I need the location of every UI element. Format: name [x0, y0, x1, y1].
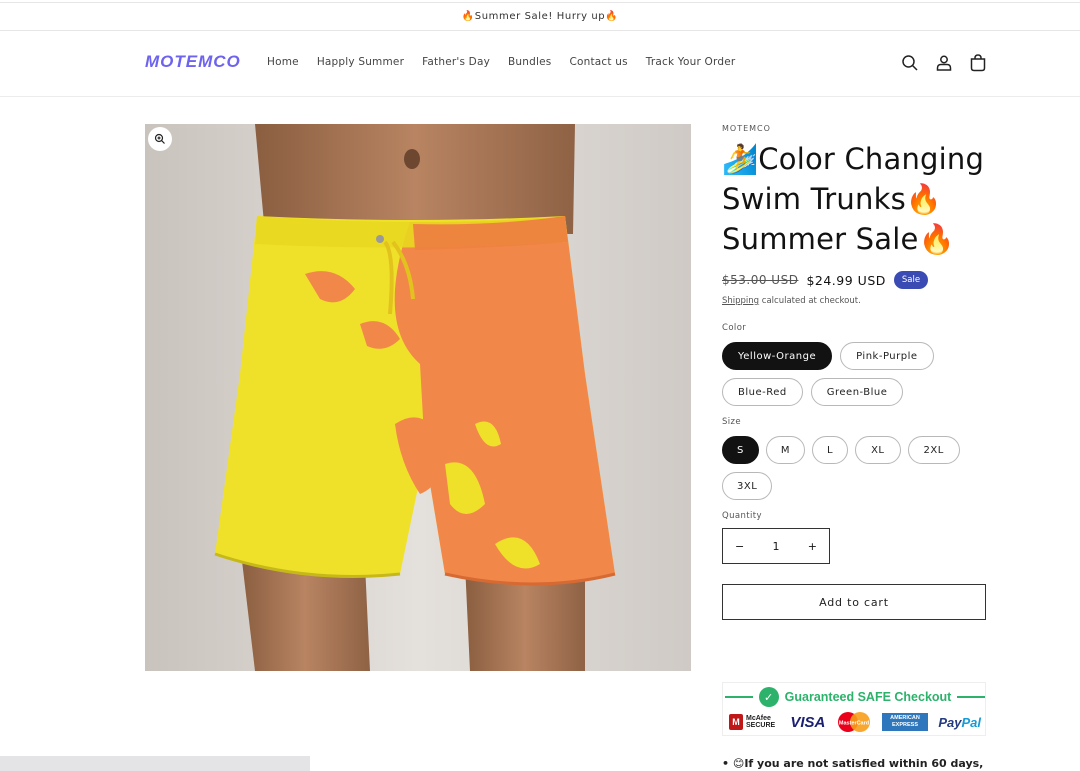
shipping-link[interactable]: Shipping: [722, 296, 759, 306]
paypal-logo: PayPal: [938, 715, 981, 730]
cart-icon[interactable]: [968, 53, 988, 73]
guarantee-text: • 😊If you are not satisfied within 60 da…: [722, 757, 984, 770]
announcement-bar: 🔥Summer Sale! Hurry up🔥: [0, 3, 1080, 31]
mcafee-logo: M McAfee SECURE: [729, 714, 780, 730]
main-nav: Home Happly Summer Father's Day Bundles …: [267, 56, 753, 68]
nav-contact-us[interactable]: Contact us: [569, 56, 627, 68]
size-option-xl[interactable]: XL: [855, 436, 901, 464]
account-icon[interactable]: [934, 53, 954, 73]
quantity-label: Quantity: [722, 511, 762, 521]
sale-price: $24.99 USD: [806, 272, 886, 288]
sale-badge: Sale: [893, 271, 929, 289]
mastercard-logo: MasterCard: [837, 712, 870, 732]
paypal-text-a: Pay: [938, 714, 962, 730]
color-option-pink-purple[interactable]: Pink-Purple: [840, 342, 934, 370]
product-title: 🏄Color Changing Swim Trunks🔥 Summer Sale…: [722, 142, 985, 256]
color-label: Color: [722, 323, 747, 333]
divider: [957, 696, 986, 698]
amex-logo: AMERICAN EXPRESS: [882, 713, 928, 731]
size-option-3xl[interactable]: 3XL: [722, 472, 773, 500]
size-option-l[interactable]: L: [812, 436, 849, 464]
paypal-text-b: Pal: [961, 714, 981, 730]
color-option-blue-red[interactable]: Blue-Red: [722, 378, 803, 406]
size-option-s[interactable]: S: [722, 436, 759, 464]
nav-happly-summer[interactable]: Happly Summer: [317, 56, 404, 68]
shipping-note: Shipping calculated at checkout.: [722, 296, 986, 306]
mastercard-text: MasterCard: [839, 721, 869, 727]
product-info: MOTEMCO 🏄Color Changing Swim Trunks🔥 Sum…: [722, 124, 986, 620]
quantity-stepper: − 1 +: [722, 528, 830, 564]
size-option-m[interactable]: M: [765, 436, 805, 464]
nav-bundles[interactable]: Bundles: [508, 56, 551, 68]
safe-checkout-badge: ✓ Guaranteed SAFE Checkout M McAfee SECUR…: [722, 682, 986, 736]
add-to-cart-button[interactable]: Add to cart: [722, 584, 986, 620]
nav-track-order[interactable]: Track Your Order: [646, 56, 736, 68]
visa-logo: VISA: [790, 713, 826, 731]
bottom-gray-bar: [0, 756, 310, 771]
color-option-green-blue[interactable]: Green-Blue: [810, 378, 904, 406]
size-label: Size: [722, 417, 742, 427]
search-icon[interactable]: [900, 53, 920, 73]
shipping-text: calculated at checkout.: [759, 296, 861, 306]
safe-checkout-title: Guaranteed SAFE Checkout: [784, 690, 952, 704]
nav-fathers-day[interactable]: Father's Day: [422, 56, 490, 68]
quantity-input[interactable]: 1: [773, 540, 780, 553]
shield-check-icon: ✓: [758, 687, 779, 707]
color-options: Yellow-Orange Pink-Purple Blue-Red Green…: [722, 342, 986, 406]
divider: [724, 696, 753, 698]
logo[interactable]: MOTEMCO: [145, 52, 241, 72]
site-header: MOTEMCO Home Happly Summer Father's Day …: [0, 31, 1080, 97]
color-option-yellow-orange[interactable]: Yellow-Orange: [722, 342, 833, 370]
zoom-icon[interactable]: [148, 127, 172, 151]
size-option-2xl[interactable]: 2XL: [907, 436, 960, 464]
vendor: MOTEMCO: [722, 124, 771, 133]
nav-home[interactable]: Home: [267, 56, 299, 68]
size-options: S M L XL 2XL 3XL: [722, 436, 986, 500]
price-row: $53.00 USD $24.99 USD Sale: [722, 271, 986, 289]
mcafee-text: McAfee SECURE: [746, 715, 776, 729]
quantity-increase-button[interactable]: +: [808, 540, 817, 553]
announcement-text: 🔥Summer Sale! Hurry up🔥: [461, 11, 619, 22]
product-image[interactable]: [145, 124, 691, 671]
quantity-decrease-button[interactable]: −: [735, 540, 744, 553]
compare-price: $53.00 USD: [722, 273, 799, 287]
